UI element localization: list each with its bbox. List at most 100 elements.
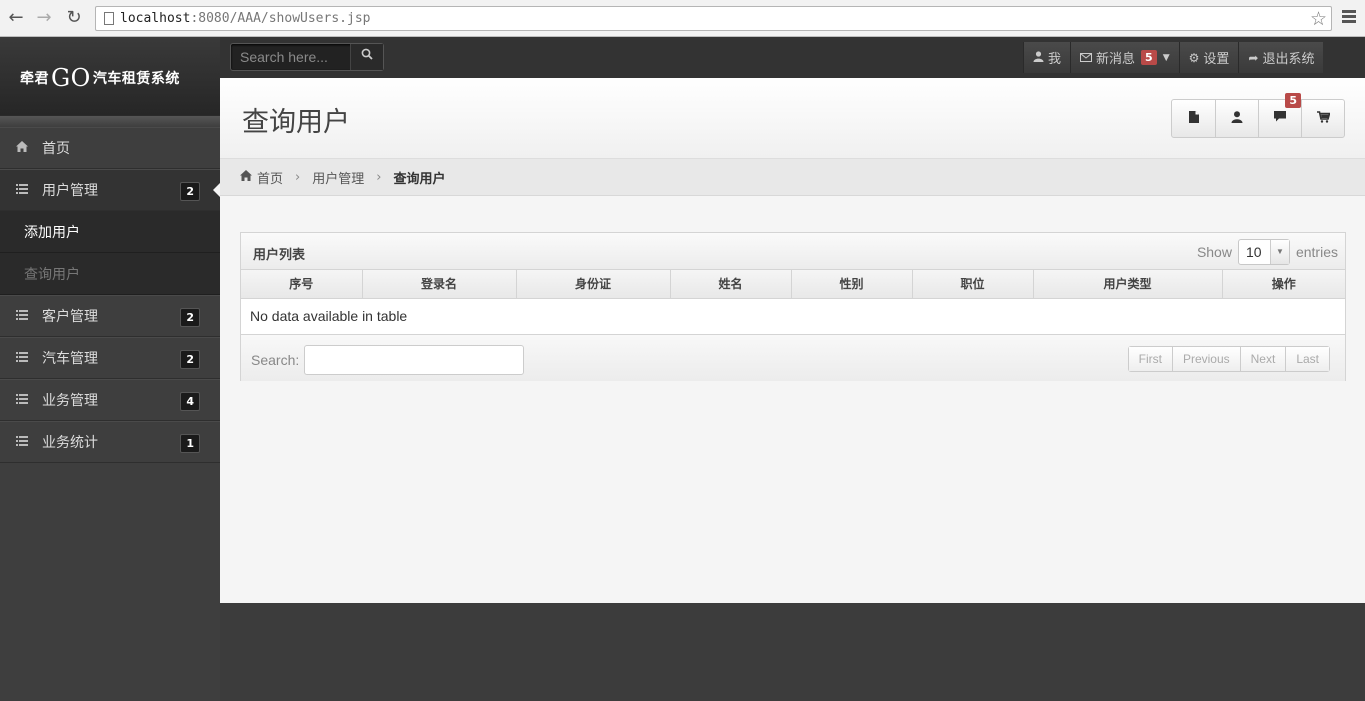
sidebar-subitem-label: 查询用户	[24, 266, 80, 283]
caret-down-icon: ▼	[1162, 52, 1170, 63]
url-path: :8080/AAA/showUsers.jsp	[190, 11, 371, 26]
messages-count-badge: 5	[1141, 50, 1157, 65]
brand-suffix: 汽车租赁系统	[92, 71, 180, 87]
sidebar-item-car-management[interactable]: 汽车管理 2	[0, 337, 220, 379]
page-title: 查询用户	[242, 107, 350, 138]
column-header[interactable]: 用户类型	[1033, 270, 1223, 299]
home-icon	[240, 169, 252, 185]
cart-button[interactable]	[1301, 100, 1344, 137]
brand-go: GO	[51, 64, 91, 92]
file-icon	[1188, 110, 1199, 127]
table-search: Search:	[251, 344, 525, 375]
list-icon	[16, 183, 42, 197]
previous-page-button[interactable]: Previous	[1171, 346, 1240, 371]
header-button-group: 5	[1171, 93, 1345, 138]
brand-prefix: 牵君	[20, 71, 49, 87]
page-icon	[104, 12, 114, 25]
settings-label: 设置	[1203, 52, 1230, 67]
messages-label: 新消息	[1096, 52, 1136, 67]
search-label: Search:	[251, 351, 300, 368]
bookmark-star-icon[interactable]: ☆	[1310, 8, 1327, 30]
next-page-button[interactable]: Next	[1239, 346, 1286, 371]
column-header[interactable]: 操作	[1222, 270, 1345, 299]
sidebar-subitem-add-user[interactable]: 添加用户	[0, 211, 220, 253]
column-header[interactable]: 身份证	[516, 270, 671, 299]
table-header-row: 序号 登录名 身份证 姓名 性别 职位 用户类型 操作	[241, 270, 1345, 299]
panel-header: 用户列表 Show 10 ▼ entries	[241, 233, 1345, 270]
messages-menu[interactable]: 新消息 5 ▼	[1070, 42, 1179, 73]
column-header[interactable]: 姓名	[670, 270, 792, 299]
pagination: First Previous Next Last	[1127, 345, 1330, 372]
user-icon	[1231, 110, 1243, 127]
page-size-select[interactable]: 10 ▼	[1237, 239, 1290, 265]
sidebar-item-user-management[interactable]: 用户管理 2	[0, 169, 220, 211]
first-page-button[interactable]: First	[1128, 346, 1172, 371]
list-icon	[16, 351, 42, 365]
list-icon	[16, 393, 42, 407]
sidebar-item-customer-management[interactable]: 客户管理 2	[0, 295, 220, 337]
count-badge: 2	[180, 182, 200, 201]
sidebar-item-home[interactable]: 首页	[0, 127, 220, 169]
entries-label: entries	[1295, 244, 1338, 260]
sidebar-item-label: 业务管理	[42, 393, 98, 409]
main-content: 查询用户 5 首页 › 用户管理 › 查询用户 用户列表 Show 10 ▼ e…	[220, 78, 1365, 603]
list-icon	[16, 309, 42, 323]
table-row: No data available in table	[241, 298, 1345, 335]
show-label: Show	[1196, 244, 1232, 260]
sidebar-item-label: 首页	[42, 141, 70, 157]
browser-toolbar: ← → ↻ localhost:8080/AAA/showUsers.jsp ☆	[0, 0, 1365, 37]
brand-logo[interactable]: 牵君GO 汽车租赁系统	[0, 37, 220, 115]
search-icon[interactable]	[350, 44, 383, 70]
column-header[interactable]: 职位	[912, 270, 1034, 299]
chevron-right-icon: ›	[295, 169, 301, 185]
comment-button[interactable]: 5	[1258, 93, 1301, 137]
sidebar-item-label: 客户管理	[42, 309, 98, 325]
file-button[interactable]	[1172, 100, 1215, 137]
top-search-box[interactable]: Search here...	[230, 43, 384, 71]
count-badge: 4	[180, 392, 200, 411]
page-size-control: Show 10 ▼ entries	[1197, 239, 1338, 265]
last-page-button[interactable]: Last	[1285, 346, 1329, 371]
me-menu[interactable]: 我	[1023, 42, 1071, 73]
logout-label: 退出系统	[1262, 52, 1315, 67]
back-arrow-icon[interactable]: ←	[6, 8, 26, 28]
sidebar-item-business-statistics[interactable]: 业务统计 1	[0, 421, 220, 463]
column-header[interactable]: 性别	[791, 270, 913, 299]
sidebar-item-label: 汽车管理	[42, 351, 98, 367]
sidebar-item-label: 业务统计	[42, 435, 98, 451]
settings-menu[interactable]: ⚙ 设置	[1178, 42, 1239, 73]
count-badge: 1	[180, 434, 200, 453]
column-header[interactable]: 登录名	[362, 270, 517, 299]
comment-icon	[1274, 111, 1286, 126]
url-text: localhost:8080/AAA/showUsers.jsp	[120, 11, 370, 26]
column-header[interactable]: 序号	[241, 270, 363, 299]
me-label: 我	[1048, 52, 1062, 67]
empty-table-message: No data available in table	[241, 298, 1345, 335]
address-bar[interactable]: localhost:8080/AAA/showUsers.jsp ☆	[95, 6, 1332, 31]
reload-icon[interactable]: ↻	[64, 8, 84, 28]
breadcrumb-home[interactable]: 首页	[257, 168, 283, 187]
panel-title: 用户列表	[253, 248, 306, 263]
comment-count-badge: 5	[1285, 93, 1301, 108]
user-button[interactable]	[1215, 100, 1258, 137]
count-badge: 2	[180, 350, 200, 369]
envelope-icon	[1080, 51, 1093, 65]
breadcrumb-section[interactable]: 用户管理	[312, 168, 364, 187]
sidebar-item-business-management[interactable]: 业务管理 4	[0, 379, 220, 421]
sidebar-divider	[0, 115, 220, 127]
forward-arrow-icon[interactable]: →	[34, 8, 54, 28]
sidebar-subitem-label: 添加用户	[24, 224, 80, 241]
browser-menu-icon[interactable]	[1342, 10, 1356, 25]
sidebar: 首页 用户管理 2 添加用户 查询用户 客户管理 2 汽车管理 2 业务管理 4	[0, 115, 220, 701]
user-icon	[1033, 50, 1044, 65]
url-host: localhost	[120, 11, 191, 26]
sidebar-subitem-query-user[interactable]: 查询用户	[0, 253, 220, 295]
user-table: 序号 登录名 身份证 姓名 性别 职位 用户类型 操作 No data avai…	[241, 270, 1345, 335]
list-icon	[16, 435, 42, 449]
top-user-menu: 我 新消息 5 ▼ ⚙ 设置 ➦ 退出系统	[1023, 42, 1324, 73]
breadcrumb-current: 查询用户	[393, 171, 446, 187]
table-search-input[interactable]	[304, 344, 525, 375]
logout-menu[interactable]: ➦ 退出系统	[1238, 42, 1324, 73]
chevron-right-icon: ›	[376, 169, 382, 185]
top-search-input[interactable]: Search here...	[240, 49, 328, 65]
